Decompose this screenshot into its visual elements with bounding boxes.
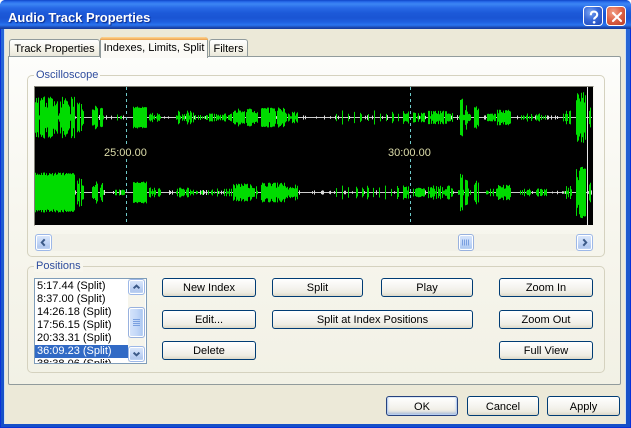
svg-text:30:00.00: 30:00.00 <box>388 147 431 159</box>
svg-text:25:00.00: 25:00.00 <box>104 147 147 159</box>
